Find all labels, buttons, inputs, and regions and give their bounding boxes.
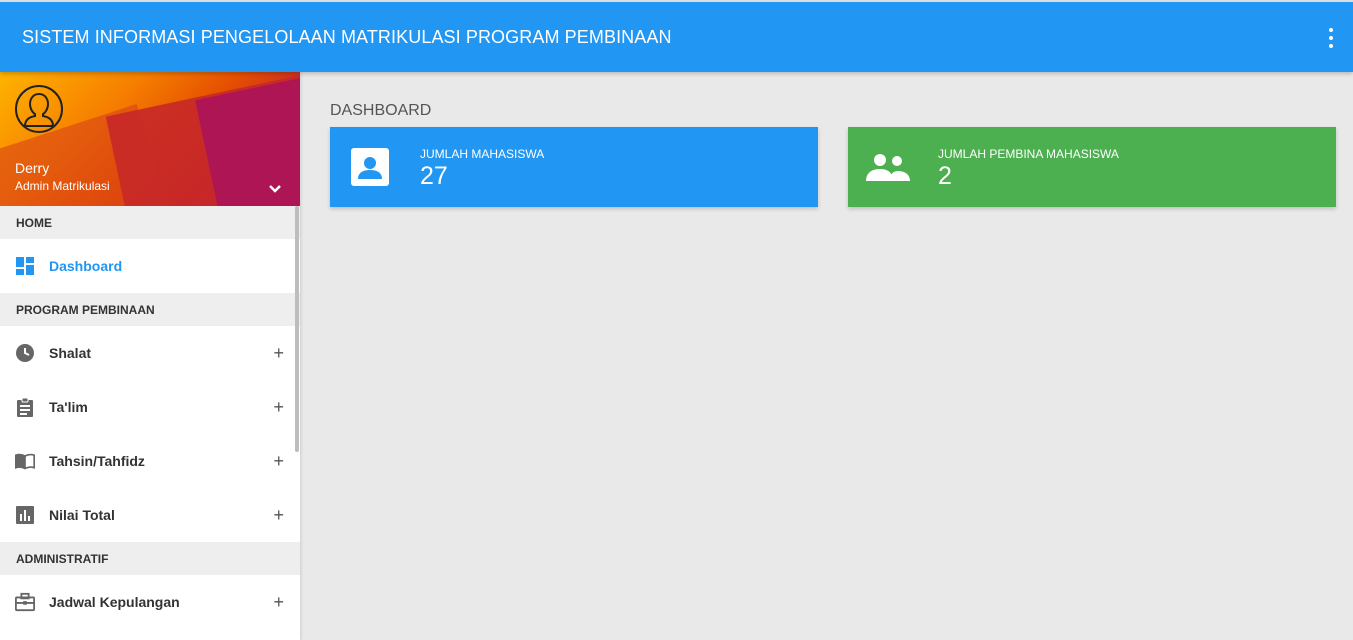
top-app-bar: SISTEM INFORMASI PENGELOLAAN MATRIKULASI… [0,0,1353,72]
sidebar-item-label: Jadwal Kepulangan [49,594,180,610]
sidebar-item-label: Shalat [49,345,92,361]
sidebar-item-label: Nilai Total [49,507,115,523]
sidebar-item-shalat[interactable]: Shalat + [0,326,300,380]
card-value: 2 [938,162,952,190]
user-info-panel: Derry Admin Matrikulasi [0,72,300,206]
clipboard-icon [15,397,35,417]
briefcase-icon [15,592,35,612]
menu-header-home: HOME [0,206,300,239]
avatar[interactable] [15,85,63,133]
sidebar-item-talim[interactable]: Ta'lim + [0,380,300,434]
sidebar-item-tahsin-tahfidz[interactable]: Tahsin/Tahfidz + [0,434,300,488]
menu-header-program: PROGRAM PEMBINAAN [0,293,300,326]
book-icon [15,451,35,471]
sidebar-item-label: Ta'lim [49,399,88,415]
user-role: Admin Matrikulasi [15,179,110,193]
expand-plus-icon[interactable]: + [273,592,284,612]
expand-plus-icon[interactable]: + [273,505,284,525]
expand-plus-icon[interactable]: + [273,451,284,471]
sidebar-item-label: Dashboard [49,258,123,274]
card-value: 27 [420,162,448,190]
sidebar-item-nilai-total[interactable]: Nilai Total + [0,488,300,542]
user-silhouette-icon [24,92,54,127]
sidebar-item-label: Tahsin/Tahfidz [49,453,145,469]
dashboard-icon [15,256,35,276]
group-icon [866,147,910,187]
expand-plus-icon[interactable]: + [273,343,284,363]
sidebar-scrollbar[interactable] [295,206,299,452]
stat-card-pembina[interactable]: JUMLAH PEMBINA MAHASISWA 2 [848,127,1336,207]
person-box-icon [348,147,392,187]
card-label: JUMLAH PEMBINA MAHASISWA [938,147,1119,161]
user-name: Derry [15,160,50,176]
stat-card-mahasiswa[interactable]: JUMLAH MAHASISWA 27 [330,127,818,207]
sidebar-item-jadwal-kepulangan[interactable]: Jadwal Kepulangan + [0,575,300,629]
sidebar: Derry Admin Matrikulasi HOME Dashboard P… [0,72,300,640]
sidebar-item-dashboard[interactable]: Dashboard [0,239,300,293]
menu-header-administratif: ADMINISTRATIF [0,542,300,575]
clock-icon [15,343,35,363]
main-content: DASHBOARD JUMLAH MAHASISWA 27 JUMLAH PEM… [300,72,1353,640]
bar-chart-icon [15,505,35,525]
more-vert-icon[interactable] [1323,28,1339,48]
chevron-down-icon[interactable] [266,180,284,203]
expand-plus-icon[interactable]: + [273,397,284,417]
page-title: DASHBOARD [330,102,432,119]
app-title: SISTEM INFORMASI PENGELOLAAN MATRIKULASI… [22,27,672,47]
card-label: JUMLAH MAHASISWA [420,147,545,161]
